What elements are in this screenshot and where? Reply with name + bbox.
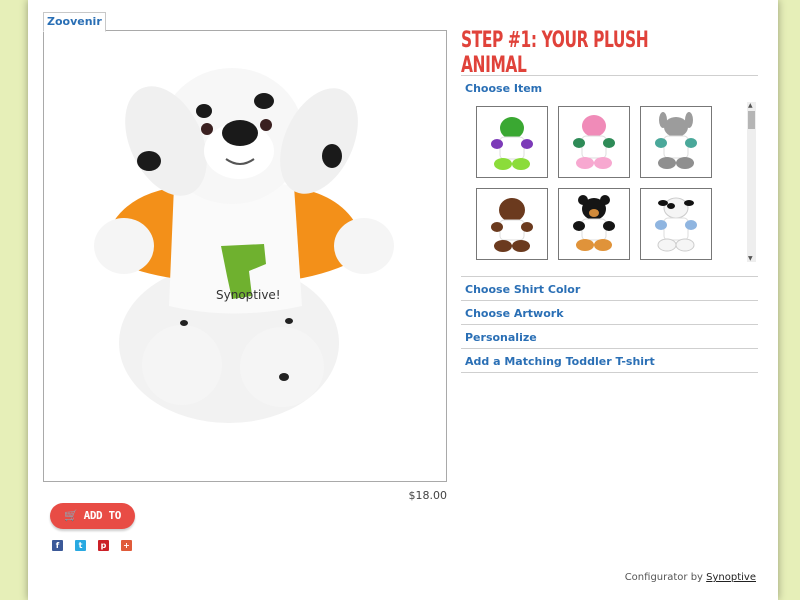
alligator-plush-icon: [491, 117, 533, 170]
choose-item-section[interactable]: Choose Item: [461, 75, 758, 99]
item-thumb-alligator[interactable]: [476, 106, 548, 178]
configurator-credit: Configurator by Synoptive: [625, 572, 756, 583]
configurator-page: Zoovenir Synoptive! $18.00 🛒 ADD TO CART…: [28, 0, 778, 600]
cow-plush-icon: [655, 197, 697, 252]
item-thumb-monkey[interactable]: [476, 188, 548, 260]
choose-artwork-label[interactable]: Choose Artwork: [461, 301, 758, 320]
item-scrollbar[interactable]: ▲ ▼: [747, 102, 756, 262]
credit-prefix: Configurator by: [624, 572, 703, 583]
item-thumb-pig[interactable]: [558, 106, 630, 178]
toddler-shirt-section[interactable]: Add a Matching Toddler T-shirt: [461, 348, 758, 373]
product-tab[interactable]: Zoovenir: [43, 12, 106, 32]
donkey-plush-icon: [655, 112, 697, 169]
options-accordion: Choose Item ▲ ▼ Choose Shirt Color Choos…: [461, 75, 758, 373]
synoptive-link[interactable]: Synoptive: [706, 572, 756, 583]
pig-plush-icon: [573, 115, 615, 169]
facebook-icon[interactable]: f: [52, 540, 63, 551]
social-share-bar: f t p +: [52, 540, 132, 551]
twitter-icon[interactable]: t: [75, 540, 86, 551]
item-thumb-bear[interactable]: [558, 188, 630, 260]
monkey-plush-icon: [491, 198, 533, 252]
choose-shirt-color-label[interactable]: Choose Shirt Color: [461, 277, 758, 296]
step-title: STEP #1: YOUR PLUSH ANIMAL: [461, 28, 649, 78]
product-preview: Synoptive!: [43, 30, 447, 482]
price-label: $18.00: [408, 489, 448, 502]
scroll-down-icon[interactable]: ▼: [748, 255, 753, 262]
toddler-shirt-label[interactable]: Add a Matching Toddler T-shirt: [461, 349, 758, 368]
pinterest-icon[interactable]: p: [98, 540, 109, 551]
item-thumb-cow[interactable]: [640, 188, 712, 260]
choose-artwork-section[interactable]: Choose Artwork: [461, 300, 758, 324]
choose-item-label[interactable]: Choose Item: [461, 76, 758, 95]
personalize-label[interactable]: Personalize: [461, 325, 758, 344]
dalmatian-plush-image: Synoptive!: [94, 68, 394, 423]
cart-icon: 🛒: [64, 509, 78, 522]
personalize-section[interactable]: Personalize: [461, 324, 758, 348]
item-picker-panel: ▲ ▼: [461, 99, 758, 276]
choose-shirt-color-section[interactable]: Choose Shirt Color: [461, 276, 758, 300]
scroll-up-icon[interactable]: ▲: [748, 102, 753, 109]
bear-plush-icon: [573, 195, 615, 251]
shirt-print-text: Synoptive!: [216, 288, 281, 302]
google-plus-icon[interactable]: +: [121, 540, 132, 551]
add-to-cart-button[interactable]: 🛒 ADD TO CART: [50, 503, 135, 548]
item-thumb-donkey[interactable]: [640, 106, 712, 178]
item-grid: [476, 106, 712, 260]
scrollbar-thumb[interactable]: [748, 111, 755, 129]
